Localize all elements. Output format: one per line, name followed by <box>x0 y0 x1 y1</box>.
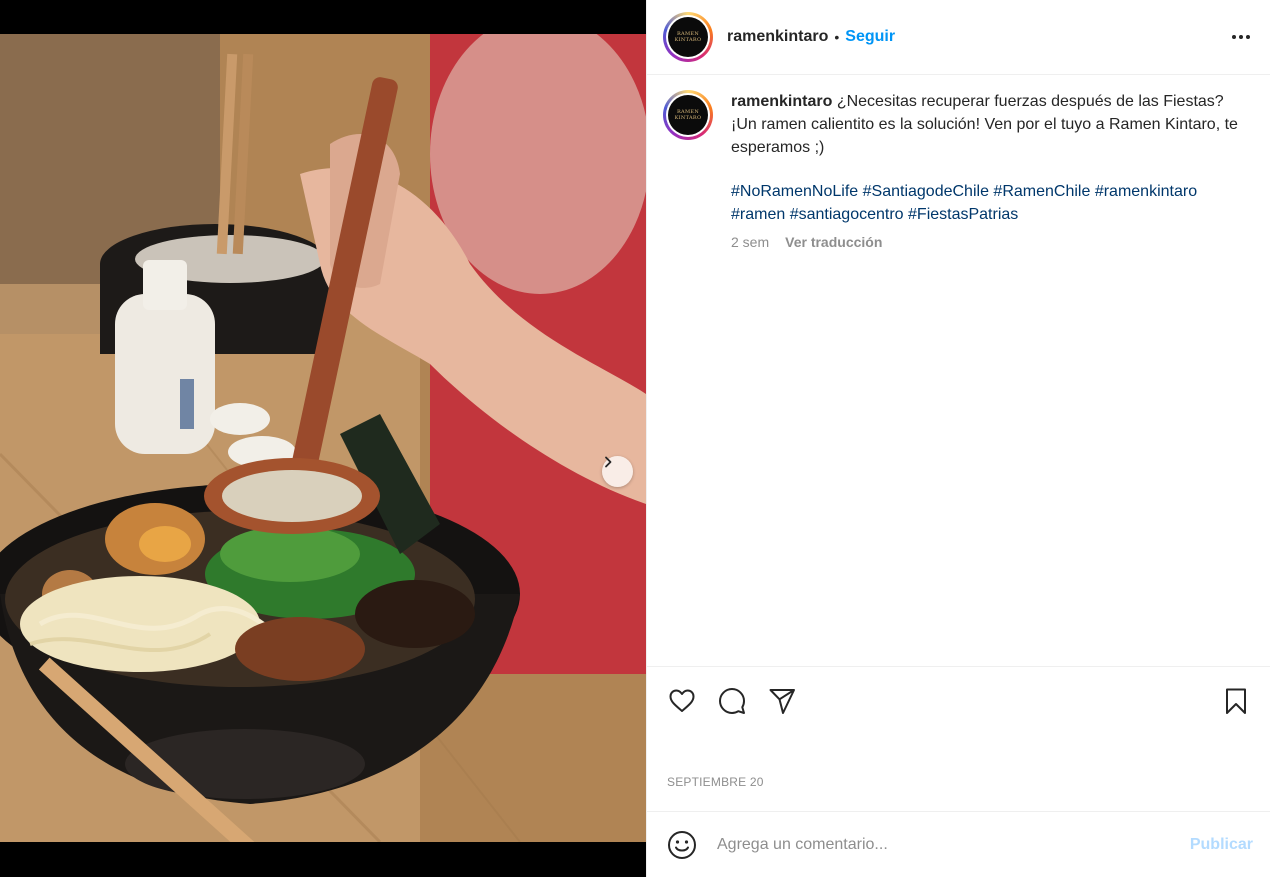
chevron-right-icon <box>605 456 612 468</box>
post-header: RAMEN KINTARO ramenkintaro • Seguir <box>647 0 1270 75</box>
caption-meta: 2 sem Ver traducción <box>731 231 1241 254</box>
post-dialog: RAMEN KINTARO ramenkintaro • Seguir RAME… <box>0 0 1270 877</box>
avatar-logo-text: KINTARO <box>674 115 702 121</box>
avatar-logo-text: KINTARO <box>674 37 702 43</box>
caption-story-ring[interactable]: RAMEN KINTARO <box>663 90 713 140</box>
caption-body: ramenkintaro ¿Necesitas recuperar fuerza… <box>731 90 1241 254</box>
caption-text-block: ramenkintaro ¿Necesitas recuperar fuerza… <box>731 90 1241 159</box>
timestamp[interactable]: 2 sem <box>731 231 769 254</box>
hashtag-link[interactable]: #SantiagodeChile <box>863 183 989 200</box>
ramen-photo-illustration <box>0 34 646 842</box>
more-options-icon[interactable] <box>1232 35 1250 39</box>
comment-composer: Publicar <box>647 811 1270 877</box>
comment-icon <box>719 687 745 714</box>
hashtag-link[interactable]: #NoRamenNoLife <box>731 183 858 200</box>
story-ring[interactable]: RAMEN KINTARO <box>663 12 713 62</box>
heart-icon <box>669 689 695 712</box>
post-details-panel: RAMEN KINTARO ramenkintaro • Seguir RAME… <box>646 0 1270 877</box>
share-button[interactable] <box>767 686 797 716</box>
post-caption: RAMEN KINTARO ramenkintaro ¿Necesitas re… <box>663 90 1246 254</box>
like-button[interactable] <box>667 686 697 716</box>
emoji-icon[interactable] <box>667 830 697 860</box>
post-date[interactable]: SEPTIEMBRE 20 <box>667 775 764 789</box>
publish-button[interactable]: Publicar <box>1190 836 1253 854</box>
caption-username-link[interactable]: ramenkintaro <box>731 93 832 110</box>
carousel-next-button[interactable] <box>602 456 633 487</box>
follow-button[interactable]: Seguir <box>845 28 895 46</box>
avatar: RAMEN KINTARO <box>668 95 708 135</box>
share-icon <box>769 688 795 714</box>
hashtag-link[interactable]: #ramenkintaro <box>1095 183 1197 200</box>
comment-input[interactable] <box>717 835 1190 854</box>
hashtag-link[interactable]: #ramen <box>731 206 785 223</box>
comment-button[interactable] <box>717 686 747 716</box>
save-button[interactable] <box>1221 686 1251 716</box>
hashtag-list: #NoRamenNoLife #SantiagodeChile #RamenCh… <box>731 180 1241 226</box>
avatar: RAMEN KINTARO <box>668 17 708 57</box>
bookmark-icon <box>1226 688 1246 714</box>
hashtag-link[interactable]: #RamenChile <box>993 183 1090 200</box>
hashtag-link[interactable]: #FiestasPatrias <box>908 206 1018 223</box>
post-photo[interactable] <box>0 34 646 842</box>
caption-text: ¿Necesitas recuperar fuerzas después de … <box>836 93 1224 110</box>
action-bar <box>647 666 1270 734</box>
header-username-link[interactable]: ramenkintaro <box>727 28 828 46</box>
hashtag-link[interactable]: #santiagocentro <box>790 206 904 223</box>
post-media <box>0 0 646 877</box>
see-translation-button[interactable]: Ver traducción <box>785 231 882 254</box>
caption-text: ¡Un ramen calientito es la solución! Ven… <box>731 116 1238 156</box>
separator-dot: • <box>834 29 840 45</box>
